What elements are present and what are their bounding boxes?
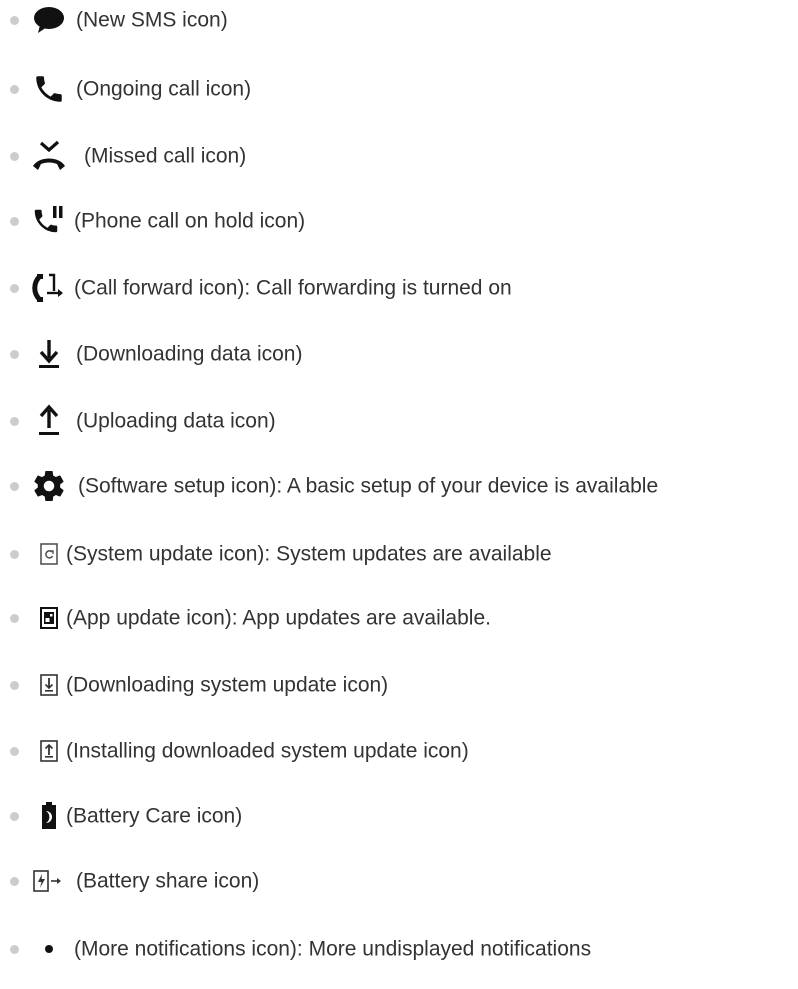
list-bullet <box>10 550 19 559</box>
list-item: (Downloading system update icon) <box>0 665 798 705</box>
list-bullet <box>10 681 19 690</box>
call-on-hold-icon <box>30 201 68 241</box>
list-bullet <box>10 945 19 954</box>
item-description: (Uploading data icon) <box>76 409 276 433</box>
list-bullet <box>10 812 19 821</box>
list-item: (Call forward icon): Call forwarding is … <box>0 268 798 308</box>
ongoing-call-icon <box>30 69 68 109</box>
new-sms-icon <box>30 0 68 40</box>
app-update-icon <box>30 598 68 638</box>
item-description: (Software setup icon): A basic setup of … <box>78 474 659 498</box>
list-item: (App update icon): App updates are avail… <box>0 598 798 638</box>
upload-icon <box>30 401 68 441</box>
list-item: (Ongoing call icon) <box>0 69 798 109</box>
battery-share-icon <box>30 861 68 901</box>
list-item: (System update icon): System updates are… <box>0 534 798 574</box>
list-item: (Installing downloaded system update ico… <box>0 731 798 771</box>
list-item: (Phone call on hold icon) <box>0 201 798 241</box>
item-description: (Downloading system update icon) <box>66 673 389 697</box>
item-description: (New SMS icon) <box>76 8 228 32</box>
list-bullet <box>10 350 19 359</box>
item-description: (Phone call on hold icon) <box>74 209 306 233</box>
list-bullet <box>10 284 19 293</box>
call-forward-icon <box>30 268 68 308</box>
item-description: (Battery Care icon) <box>66 804 243 828</box>
battery-care-icon <box>30 796 68 836</box>
installing-system-update-icon <box>30 731 68 771</box>
list-bullet <box>10 16 19 25</box>
list-item: (New SMS icon) <box>0 0 798 40</box>
list-item: (Downloading data icon) <box>0 334 798 374</box>
item-description: (App update icon): App updates are avail… <box>66 606 491 630</box>
list-item: (Missed call icon) <box>0 136 798 176</box>
item-description: (Call forward icon): Call forwarding is … <box>74 276 512 300</box>
list-item: (Software setup icon): A basic setup of … <box>0 466 798 506</box>
item-description: (More notifications icon): More undispla… <box>74 937 592 961</box>
list-item: (More notifications icon): More undispla… <box>0 929 798 969</box>
software-setup-icon <box>30 466 68 506</box>
list-bullet <box>10 614 19 623</box>
download-icon <box>30 334 68 374</box>
item-description: (System update icon): System updates are… <box>66 542 552 566</box>
list-bullet <box>10 482 19 491</box>
item-description: (Installing downloaded system update ico… <box>66 739 469 763</box>
list-bullet <box>10 747 19 756</box>
list-item: (Battery share icon) <box>0 861 798 901</box>
list-bullet <box>10 217 19 226</box>
more-notifications-icon <box>30 929 68 969</box>
list-item: (Battery Care icon) <box>0 796 798 836</box>
list-bullet <box>10 877 19 886</box>
downloading-system-update-icon <box>30 665 68 705</box>
item-description: (Missed call icon) <box>84 144 247 168</box>
item-description: (Downloading data icon) <box>76 342 303 366</box>
missed-call-icon <box>30 136 68 176</box>
list-bullet <box>10 417 19 426</box>
system-update-icon <box>30 534 68 574</box>
list-bullet <box>10 152 19 161</box>
list-item: (Uploading data icon) <box>0 401 798 441</box>
item-description: (Ongoing call icon) <box>76 77 252 101</box>
item-description: (Battery share icon) <box>76 869 260 893</box>
list-bullet <box>10 85 19 94</box>
